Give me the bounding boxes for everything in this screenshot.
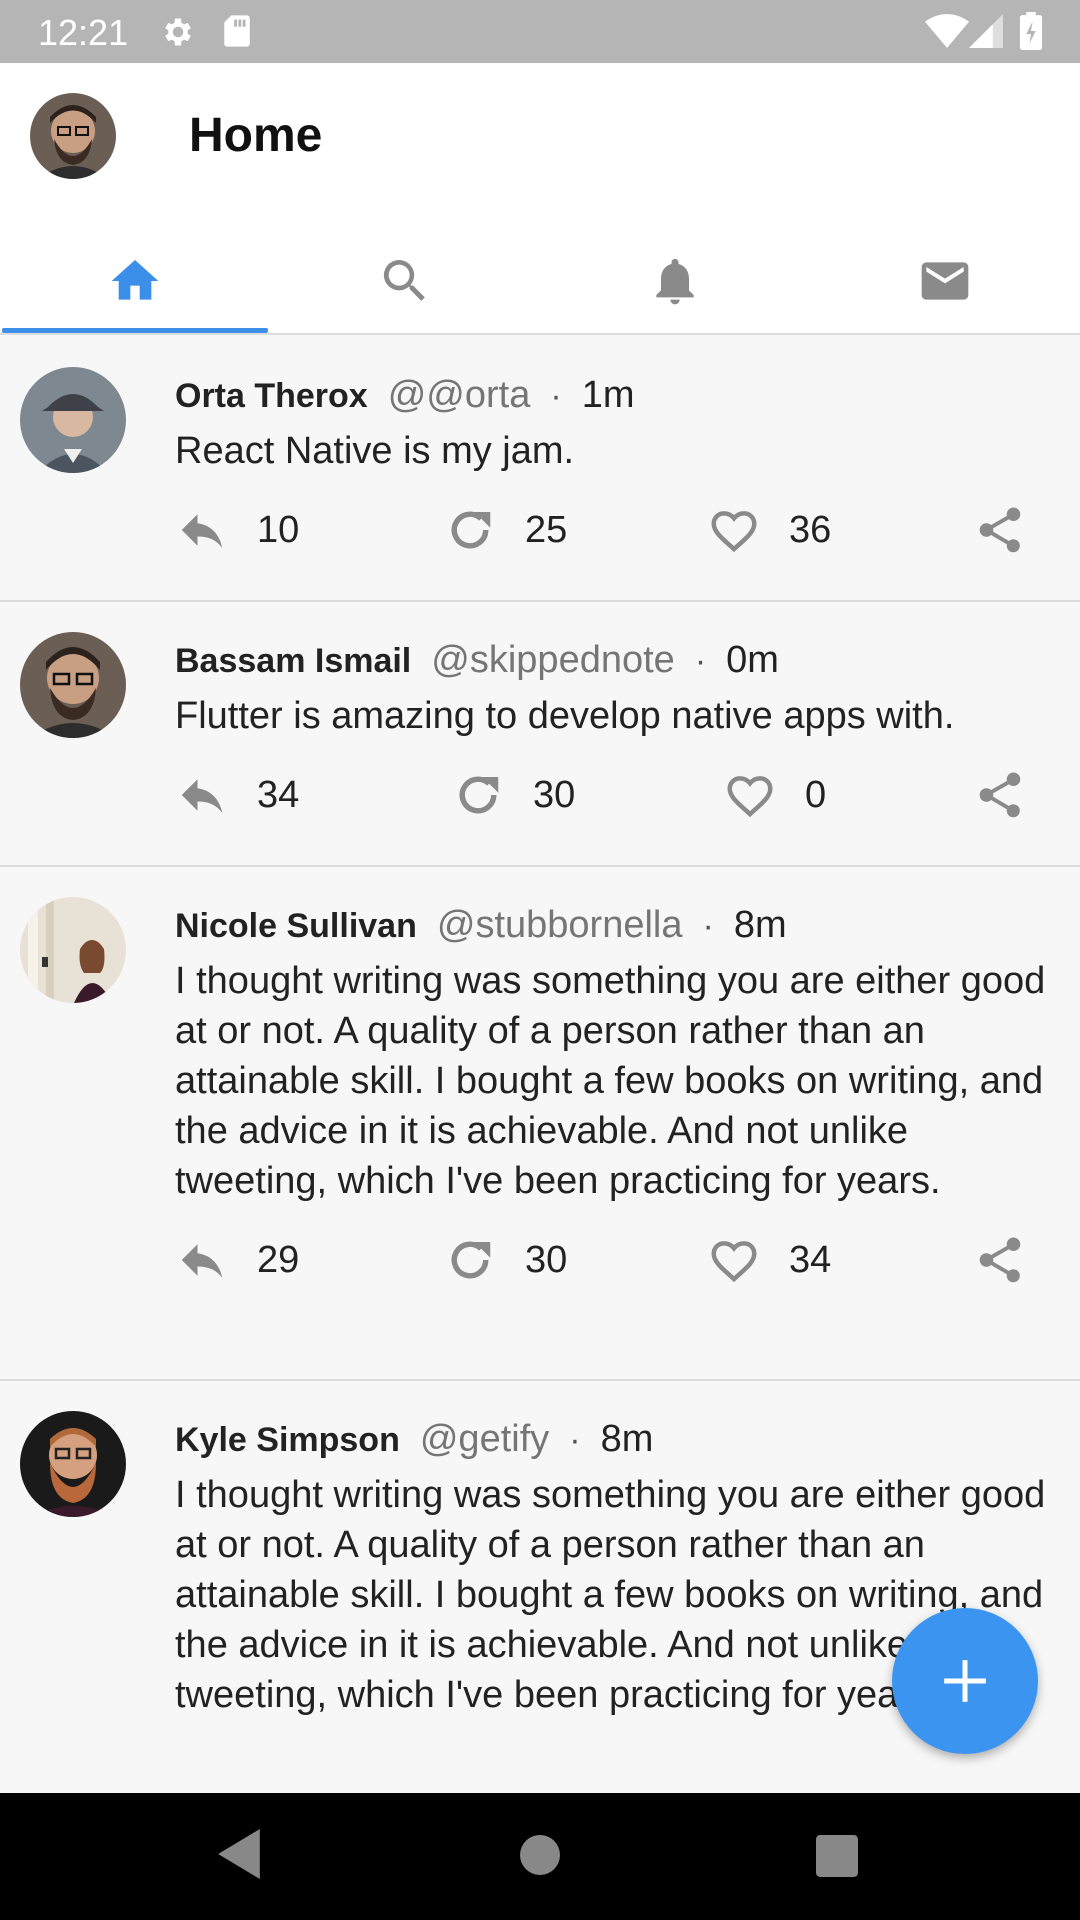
reply-icon bbox=[181, 1244, 223, 1278]
status-bar: 12:21 bbox=[0, 0, 1080, 63]
back-icon[interactable] bbox=[218, 1829, 260, 1879]
reply-icon bbox=[181, 514, 223, 548]
tab-messages[interactable] bbox=[810, 229, 1080, 333]
share-icon bbox=[979, 507, 1021, 553]
tab-notifications[interactable] bbox=[540, 229, 810, 333]
retweet-icon bbox=[459, 776, 499, 814]
reply-button[interactable]: 10 bbox=[175, 503, 299, 557]
tab-bar bbox=[0, 229, 1080, 333]
reply-count: 29 bbox=[257, 1238, 300, 1281]
compose-tweet-button[interactable] bbox=[892, 1608, 1038, 1754]
separator-dot: · bbox=[569, 1421, 581, 1459]
author-name[interactable]: Orta Therox bbox=[175, 377, 368, 415]
like-button[interactable]: 36 bbox=[707, 503, 831, 557]
separator-dot: · bbox=[550, 377, 562, 415]
active-tab-indicator bbox=[2, 328, 268, 333]
reply-button[interactable]: 29 bbox=[175, 1233, 299, 1287]
author-name[interactable]: Bassam Ismail bbox=[175, 642, 411, 680]
tweet-text: React Native is my jam. bbox=[175, 430, 575, 472]
like-button[interactable]: 34 bbox=[707, 1233, 831, 1287]
tweet-actions: 34 30 0 bbox=[175, 741, 1060, 851]
like-count: 36 bbox=[789, 508, 832, 551]
home-icon bbox=[111, 260, 159, 300]
tweet-time: 1m bbox=[581, 374, 635, 416]
author-handle[interactable]: @getify bbox=[420, 1418, 549, 1460]
tweet-header: Bassam Ismail @skippednote · 0m bbox=[175, 636, 1060, 685]
signal-icon bbox=[969, 14, 1003, 48]
tweet-text: Flutter is amazing to develop native app… bbox=[175, 695, 955, 737]
author-avatar[interactable] bbox=[20, 367, 126, 473]
author-name[interactable]: Kyle Simpson bbox=[175, 1421, 400, 1459]
author-name[interactable]: Nicole Sullivan bbox=[175, 907, 417, 945]
author-handle[interactable]: @@orta bbox=[388, 374, 531, 416]
tab-search[interactable] bbox=[270, 229, 540, 333]
author-avatar[interactable] bbox=[20, 1411, 126, 1517]
share-icon bbox=[979, 772, 1021, 818]
author-avatar[interactable] bbox=[20, 897, 126, 1003]
retweet-count: 25 bbox=[525, 508, 568, 551]
reply-count: 10 bbox=[257, 508, 300, 551]
plus-icon bbox=[944, 1660, 986, 1702]
status-time: 12:21 bbox=[38, 12, 129, 53]
share-button[interactable] bbox=[973, 503, 1027, 557]
wifi-icon bbox=[925, 14, 969, 48]
author-handle[interactable]: @stubbornella bbox=[437, 904, 683, 946]
tweet-header: Nicole Sullivan @stubbornella · 8m bbox=[175, 901, 1060, 950]
separator-dot: · bbox=[694, 642, 707, 680]
reply-count: 34 bbox=[257, 773, 300, 816]
like-count: 34 bbox=[789, 1238, 832, 1281]
tweet-content: Nicole Sullivan @stubbornella · 8m I tho… bbox=[175, 867, 1060, 1316]
tweet-header: Orta Therox @@orta · 1m bbox=[175, 371, 1060, 420]
gear-icon bbox=[165, 18, 191, 46]
tweet-time: 8m bbox=[600, 1418, 654, 1460]
tweet-time: 0m bbox=[726, 639, 779, 681]
tweet-actions: 29 30 34 bbox=[175, 1206, 1060, 1316]
mail-icon bbox=[921, 262, 969, 300]
heart-icon bbox=[711, 511, 757, 553]
separator-dot: · bbox=[702, 907, 714, 945]
user-avatar[interactable] bbox=[30, 93, 116, 179]
share-button[interactable] bbox=[973, 768, 1027, 822]
reply-button[interactable]: 34 bbox=[175, 768, 299, 822]
tweet-content: Orta Therox @@orta · 1m React Native is … bbox=[175, 337, 1060, 586]
retweet-button[interactable]: 30 bbox=[443, 1233, 567, 1287]
tweet-feed[interactable]: Orta Therox @@orta · 1m React Native is … bbox=[0, 337, 1080, 1793]
tweet-card[interactable]: Orta Therox @@orta · 1m React Native is … bbox=[0, 337, 1080, 602]
share-button[interactable] bbox=[973, 1233, 1027, 1287]
tweet-text: I thought writing was something you are … bbox=[175, 960, 1046, 1202]
system-nav-bar bbox=[0, 1793, 1080, 1920]
home-nav-icon[interactable] bbox=[520, 1835, 560, 1875]
like-button[interactable]: 0 bbox=[723, 768, 826, 822]
tweet-content: Bassam Ismail @skippednote · 0m Flutter … bbox=[175, 602, 1060, 851]
tweet-time: 8m bbox=[733, 904, 787, 946]
reply-icon bbox=[181, 779, 223, 813]
sd-card-icon bbox=[224, 15, 250, 47]
retweet-count: 30 bbox=[533, 773, 576, 816]
retweet-button[interactable]: 25 bbox=[443, 503, 567, 557]
battery-icon bbox=[1019, 12, 1043, 50]
page-title: Home bbox=[189, 109, 323, 162]
app-header: Home bbox=[0, 63, 1080, 335]
author-avatar[interactable] bbox=[20, 632, 126, 738]
retweet-icon bbox=[451, 1241, 491, 1279]
retweet-count: 30 bbox=[525, 1238, 568, 1281]
share-icon bbox=[979, 1237, 1021, 1283]
author-handle[interactable]: @skippednote bbox=[431, 639, 675, 681]
heart-icon bbox=[711, 1241, 757, 1283]
tweet-actions: 10 25 36 bbox=[175, 476, 1060, 586]
retweet-button[interactable]: 30 bbox=[451, 768, 575, 822]
bell-icon bbox=[656, 258, 694, 305]
recent-apps-icon[interactable] bbox=[816, 1835, 858, 1877]
retweet-icon bbox=[451, 511, 491, 549]
search-icon bbox=[383, 260, 425, 301]
tweet-card[interactable]: Nicole Sullivan @stubbornella · 8m I tho… bbox=[0, 867, 1080, 1381]
tweet-header: Kyle Simpson @getify · 8m bbox=[175, 1415, 1060, 1464]
tab-home[interactable] bbox=[0, 229, 270, 333]
tweet-card[interactable]: Bassam Ismail @skippednote · 0m Flutter … bbox=[0, 602, 1080, 867]
like-count: 0 bbox=[805, 773, 827, 816]
heart-icon bbox=[727, 776, 773, 818]
